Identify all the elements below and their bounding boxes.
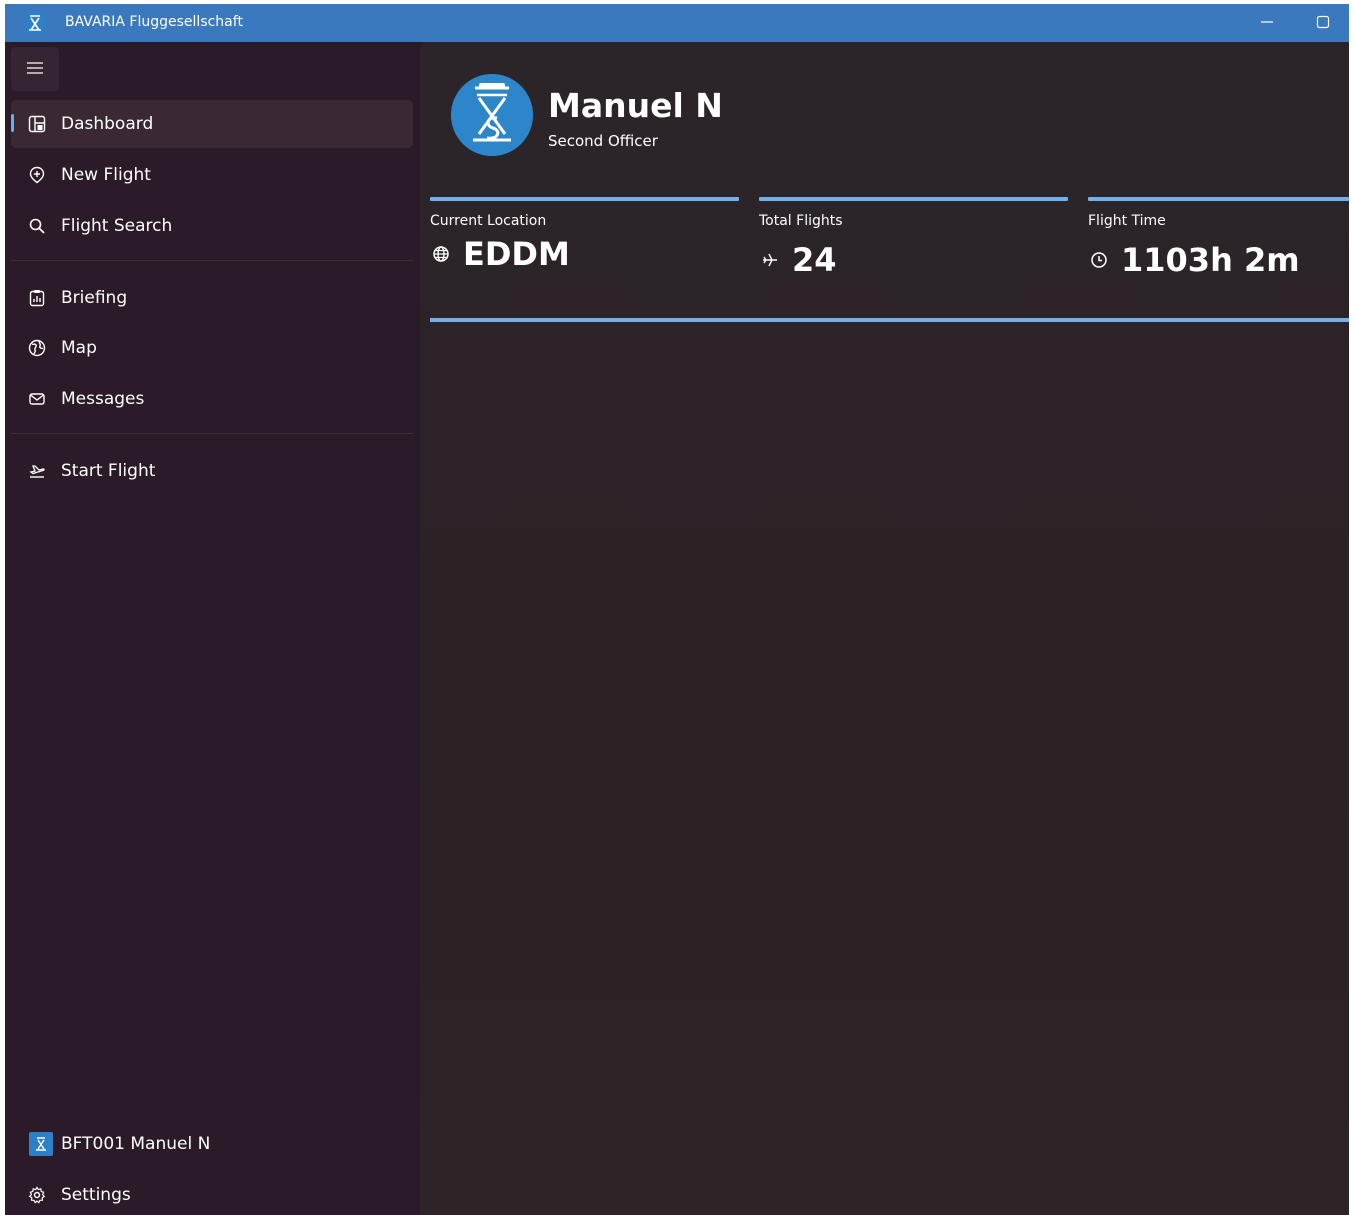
search-icon — [27, 216, 47, 236]
stat-value: 24 — [792, 241, 837, 279]
stat-total-flights: Total Flights 24 — [759, 197, 1069, 297]
user-avatar-icon — [29, 1132, 53, 1156]
sidebar-item-settings[interactable]: Settings — [11, 1171, 413, 1215]
sidebar-item-label: Start Flight — [61, 461, 156, 481]
sidebar-item-label: Briefing — [61, 288, 128, 308]
sidebar-item-label: Dashboard — [61, 114, 154, 134]
sidebar-item-label: Settings — [61, 1185, 131, 1205]
sidebar-item-label: Map — [61, 338, 97, 358]
dashboard-content: Manuel N Second Officer Current Location… — [420, 42, 1349, 1215]
sidebar-item-flight-search[interactable]: Flight Search — [11, 202, 413, 250]
user-label: BFT001 Manuel N — [61, 1134, 211, 1154]
stat-value: EDDM — [463, 235, 570, 273]
sidebar-item-dashboard[interactable]: Dashboard — [11, 100, 413, 148]
sidebar-item-user[interactable]: BFT001 Manuel N — [11, 1120, 413, 1168]
navigation-sidebar: Dashboard New Flight Flight Search Brief… — [5, 42, 420, 1215]
stat-current-location: Current Location EDDM — [430, 197, 740, 297]
sidebar-item-map[interactable]: Map — [11, 324, 413, 372]
maximize-icon — [1316, 14, 1330, 33]
mail-icon — [27, 389, 47, 409]
stat-flight-time: Flight Time 1103h 2m — [1088, 197, 1349, 297]
stat-accent-bar — [759, 197, 1068, 201]
sidebar-divider — [11, 433, 413, 434]
sidebar-item-label: New Flight — [61, 165, 151, 185]
window-title: BAVARIA Fluggesellschaft — [65, 14, 243, 30]
gear-icon — [27, 1185, 47, 1205]
stat-label: Total Flights — [759, 213, 843, 229]
profile-role: Second Officer — [548, 132, 658, 150]
minimize-icon — [1260, 14, 1274, 33]
app-logo-icon — [25, 12, 45, 34]
sidebar-item-label: Flight Search — [61, 216, 173, 236]
clipboard-chart-icon — [27, 288, 47, 308]
clock-icon — [1088, 249, 1110, 271]
sidebar-item-label: Messages — [61, 389, 145, 409]
profile-name: Manuel N — [548, 86, 723, 125]
stat-value: 1103h 2m — [1121, 241, 1300, 279]
location-pin-icon — [27, 165, 47, 185]
stat-accent-bar — [1088, 197, 1349, 201]
sidebar-item-start-flight[interactable]: Start Flight — [11, 447, 413, 495]
stat-accent-bar — [430, 197, 739, 201]
section-divider — [430, 318, 1349, 322]
selection-indicator — [11, 114, 14, 132]
menu-toggle-button[interactable] — [11, 47, 59, 91]
airplane-takeoff-icon — [27, 461, 47, 481]
stat-label: Flight Time — [1088, 213, 1166, 229]
airplane-icon — [759, 249, 781, 271]
stat-label: Current Location — [430, 213, 547, 229]
sidebar-divider — [11, 260, 413, 261]
globe-icon — [430, 243, 452, 265]
minimize-button[interactable] — [1247, 10, 1287, 36]
maximize-button[interactable] — [1303, 10, 1343, 36]
sidebar-item-messages[interactable]: Messages — [11, 375, 413, 423]
app-window: BAVARIA Fluggesellschaft Dashboard New F… — [5, 4, 1349, 1215]
title-bar: BAVARIA Fluggesellschaft — [5, 4, 1349, 42]
bavaria-logo-icon — [451, 74, 533, 156]
globe-icon — [27, 338, 47, 358]
hamburger-icon — [26, 60, 44, 79]
dashboard-icon — [27, 114, 47, 134]
sidebar-item-new-flight[interactable]: New Flight — [11, 151, 413, 199]
sidebar-item-briefing[interactable]: Briefing — [11, 274, 413, 322]
